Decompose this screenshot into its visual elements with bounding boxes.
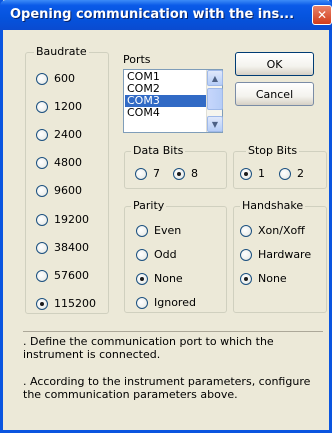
port-item[interactable]: COM4 [125,107,208,119]
handshake-option-xonxoff[interactable]: Xon/Xoff [240,224,305,237]
scroll-thumb[interactable] [207,88,223,110]
data-bits-option-7[interactable]: 7 [135,167,160,180]
radio-label: 19200 [54,213,89,226]
ports-listbox[interactable]: COM1 COM2 COM3 COM4 ▲ ▼ [123,69,223,133]
radio-label: Odd [154,248,177,261]
dialog-window: Opening communication with the ins... ✕ … [0,0,332,433]
ports-label: Ports [123,53,151,66]
baudrate-option-600[interactable]: 600 [36,72,75,85]
radio-circle [240,167,252,180]
stop-bits-option-1[interactable]: 1 [240,167,265,180]
handshake-option-hardware[interactable]: Hardware [240,248,311,261]
radio-label: 4800 [54,156,82,169]
window-title: Opening communication with the ins... [10,7,295,22]
chevron-down-icon: ▼ [211,119,219,129]
info-text-params: . According to the instrument parameters… [23,375,311,401]
radio-label: 9600 [54,184,82,197]
stop-bits-label: Stop Bits [246,144,300,157]
radio-label: 115200 [54,297,96,310]
baudrate-option-38400[interactable]: 38400 [36,241,89,254]
radio-circle [36,72,48,85]
radio-label: 2 [297,167,304,180]
radio-circle [36,269,48,282]
parity-option-odd[interactable]: Odd [136,248,177,261]
radio-circle [279,167,291,180]
radio-label: Even [154,224,182,237]
info-text-port: . Define the communication port to which… [23,335,274,361]
radio-circle [240,248,252,261]
radio-label: 1 [258,167,265,180]
baudrate-option-2400[interactable]: 2400 [36,128,82,141]
baudrate-option-9600[interactable]: 9600 [36,184,82,197]
radio-circle [240,224,252,237]
stop-bits-option-2[interactable]: 2 [279,167,304,180]
parity-label: Parity [131,199,167,212]
radio-circle [36,184,48,197]
divider [23,331,323,332]
radio-circle [36,241,48,254]
title-bar[interactable]: Opening communication with the ins... ✕ [0,0,332,30]
radio-circle [136,248,148,261]
radio-circle [240,272,252,285]
scroll-up-button[interactable]: ▲ [207,70,223,86]
scroll-down-button[interactable]: ▼ [207,116,223,132]
radio-circle [136,224,148,237]
radio-label: 1200 [54,100,82,113]
baudrate-option-4800[interactable]: 4800 [36,156,82,169]
parity-option-ignored[interactable]: Ignored [136,296,196,309]
radio-label: 7 [153,167,160,180]
radio-circle [136,272,148,285]
baudrate-option-115200[interactable]: 115200 [36,297,96,310]
baudrate-label: Baudrate [34,45,89,58]
radio-circle [36,128,48,141]
radio-circle [173,167,185,180]
radio-circle [136,296,148,309]
radio-label: Ignored [154,296,196,309]
radio-label: None [258,272,287,285]
radio-label: Xon/Xoff [258,224,305,237]
close-button[interactable]: ✕ [312,5,332,25]
radio-label: None [154,272,183,285]
parity-option-even[interactable]: Even [136,224,181,237]
baudrate-option-57600[interactable]: 57600 [36,269,89,282]
handshake-option-none[interactable]: None [240,272,287,285]
parity-option-none[interactable]: None [136,272,183,285]
radio-circle [36,156,48,169]
handshake-label: Handshake [240,199,306,212]
data-bits-label: Data Bits [131,144,186,157]
ports-scrollbar[interactable]: ▲ ▼ [206,70,223,132]
baudrate-option-1200[interactable]: 1200 [36,100,82,113]
close-icon: ✕ [316,8,328,22]
radio-circle [36,213,48,226]
cancel-button[interactable]: Cancel [235,82,314,106]
data-bits-option-8[interactable]: 8 [173,167,198,180]
radio-circle [36,100,48,113]
ok-button[interactable]: OK [235,52,314,76]
radio-label: 2400 [54,128,82,141]
radio-label: 38400 [54,241,89,254]
radio-circle [135,167,147,180]
chevron-up-icon: ▲ [211,73,219,83]
radio-label: 600 [54,72,75,85]
radio-label: 8 [191,167,198,180]
radio-label: Hardware [258,248,312,261]
radio-circle [36,297,48,310]
radio-label: 57600 [54,269,89,282]
baudrate-option-19200[interactable]: 19200 [36,213,89,226]
